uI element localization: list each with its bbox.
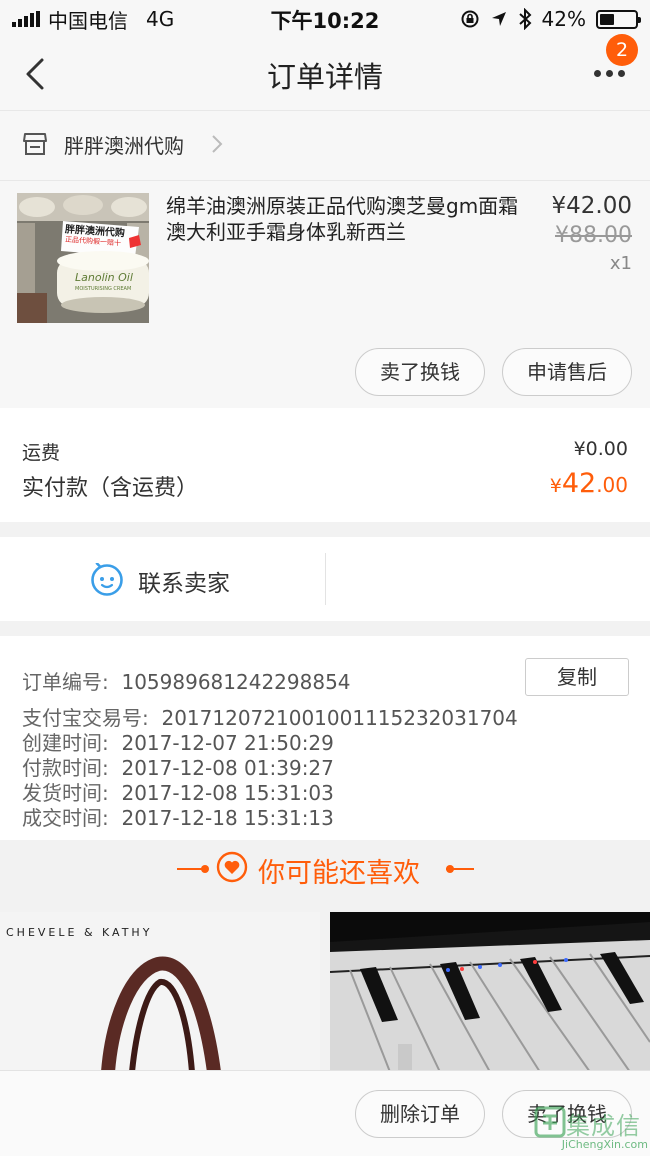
order-number: 105989681242298854 <box>121 670 351 694</box>
product-image-brand: Lanolin Oil <box>75 271 133 284</box>
watermark-text: 集成信 <box>566 1112 641 1140</box>
divider-dot <box>201 865 209 873</box>
order-number-label: 订单编号: <box>22 670 109 694</box>
divider <box>446 868 474 870</box>
divider <box>325 553 326 605</box>
battery-level <box>600 13 615 25</box>
nav-bar: 订单详情 <box>0 38 650 110</box>
bluetooth-icon <box>518 8 531 30</box>
store-icon <box>23 133 47 155</box>
location-arrow-icon <box>491 12 506 26</box>
page-title: 订单详情 <box>266 60 383 94</box>
recommend-card[interactable] <box>330 912 650 1072</box>
product-title[interactable]: 绵羊油澳洲原装正品代购澳芝曼gm面霜澳大利亚手霜身体乳新西兰 <box>166 193 526 245</box>
order-number-row: 订单编号: 105989681242298854 <box>22 666 351 695</box>
battery-percent: 42% <box>541 7 586 31</box>
piano-image <box>330 912 650 1072</box>
copy-button[interactable]: 复制 <box>525 658 629 696</box>
product-item[interactable]: 胖胖澳洲代购 正品代购假一赔十 Lanolin Oil MOISTURISING… <box>0 180 650 408</box>
watermark-icon <box>534 1106 566 1138</box>
contact-seller-button[interactable]: 联系卖家 <box>138 564 230 598</box>
watermark-logo: 集成信 JiChengXin.com <box>530 1104 648 1154</box>
status-bar: 中国电信 4G 下午10:22 42% <box>0 0 650 38</box>
shop-header[interactable]: 胖胖澳洲代购 <box>0 110 650 180</box>
recommend-card[interactable]: CHEVELE & KATHY <box>0 912 320 1072</box>
paid-amount-label: 实付款（含运费） <box>22 476 199 501</box>
fee-summary: 运费 ¥0.00 实付款（含运费） ¥42.00 <box>0 408 650 522</box>
shop-name: 胖胖澳洲代购 <box>64 134 184 158</box>
contact-bar: 联系卖家 <box>0 537 650 621</box>
completed-time: 2017-12-18 15:31:13 <box>121 806 334 830</box>
product-quantity: x1 <box>609 253 632 274</box>
battery-icon <box>596 9 641 29</box>
apply-after-sale-button[interactable]: 申请售后 <box>502 348 632 396</box>
heart-icon <box>216 851 248 883</box>
delete-order-button[interactable]: 删除订单 <box>355 1090 485 1138</box>
shipping-label: 运费 <box>22 442 61 464</box>
notification-badge: 2 <box>606 34 638 66</box>
handbag-image <box>101 956 221 1072</box>
paid-integer: 42 <box>561 468 597 499</box>
watermark-url: JiChengXin.com <box>561 1138 648 1151</box>
product-original-price: ¥88.00 <box>555 223 632 248</box>
completed-time-label: 成交时间: <box>22 806 109 830</box>
product-price: ¥42.00 <box>551 193 632 219</box>
orientation-lock-icon <box>461 10 479 28</box>
paid-amount: ¥42.00 <box>550 468 628 499</box>
chevron-right-icon <box>212 135 223 153</box>
sell-for-cash-button[interactable]: 卖了换钱 <box>355 348 485 396</box>
product-image[interactable]: 胖胖澳洲代购 正品代购假一赔十 Lanolin Oil MOISTURISING… <box>17 193 149 323</box>
order-info: 订单编号: 105989681242298854 复制 支付宝交易号: 2017… <box>0 636 650 840</box>
recommend-title: 你可能还喜欢 <box>258 858 420 889</box>
more-dots-icon <box>594 70 601 77</box>
paid-currency: ¥ <box>549 475 562 497</box>
paid-decimal: .00 <box>596 473 628 497</box>
completed-time-row: 成交时间: 2017-12-18 15:31:13 <box>22 802 334 831</box>
chat-face-icon <box>91 563 123 596</box>
product-image-brand-sub: MOISTURISING CREAM <box>75 286 132 292</box>
shipping-value: ¥0.00 <box>573 438 628 460</box>
recommend-header: 你可能还喜欢 <box>0 840 650 912</box>
